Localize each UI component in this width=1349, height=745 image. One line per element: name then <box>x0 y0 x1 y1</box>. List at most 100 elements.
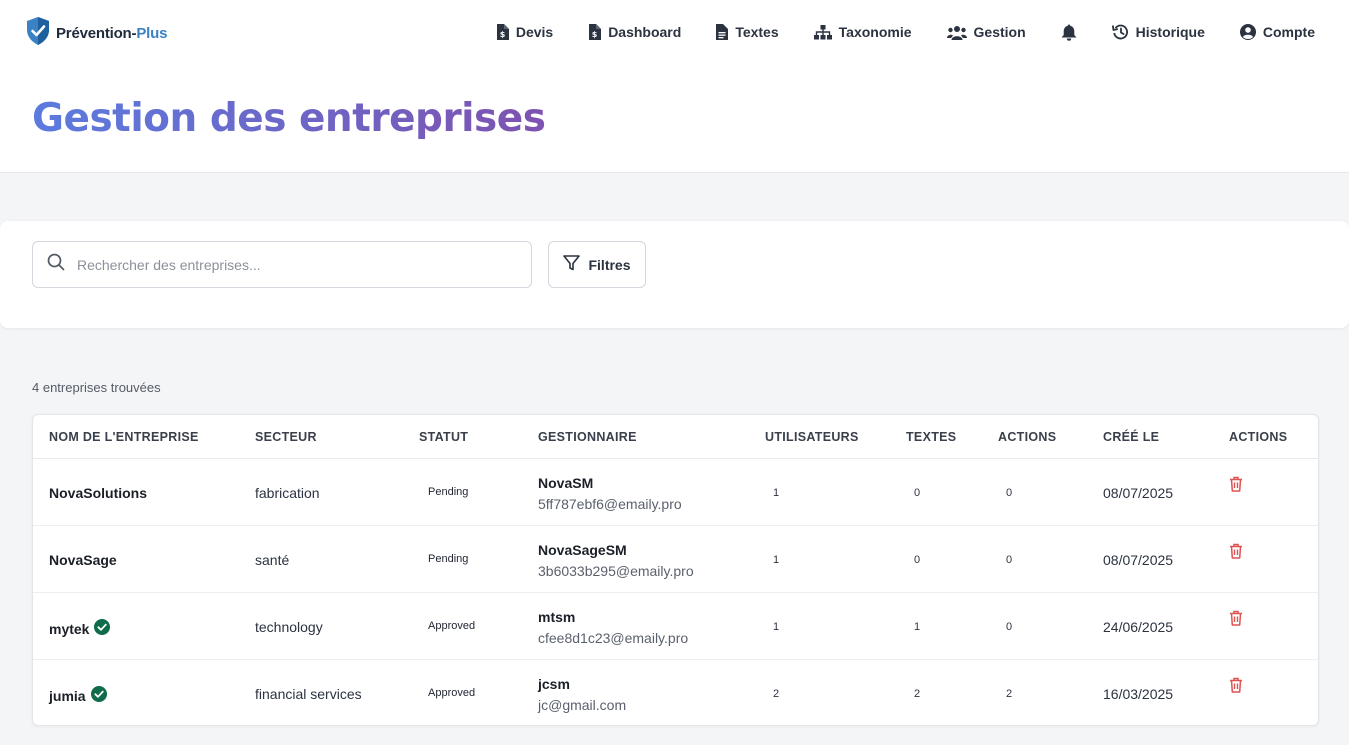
texts-count: 0 <box>914 487 921 499</box>
company-sector: santé <box>255 552 290 568</box>
created-date: 16/03/2025 <box>1103 686 1174 702</box>
bell-icon <box>1061 24 1077 41</box>
nav-item-dashboard[interactable]: $ Dashboard <box>588 24 681 40</box>
nav-item-devis[interactable]: $ Devis <box>496 24 553 40</box>
nav-label: Gestion <box>973 24 1026 40</box>
manager-name: mtsm <box>538 609 576 625</box>
column-header-status[interactable]: Statut <box>419 430 468 444</box>
column-header-users[interactable]: Utilisateurs <box>765 430 859 444</box>
filters-label: Filtres <box>588 256 631 273</box>
table-row[interactable]: mytek technology Approved mtsm cfee8d1c2… <box>33 593 1318 660</box>
column-header-actions-count[interactable]: Actions <box>998 430 1056 444</box>
nav-label: Dashboard <box>608 24 682 40</box>
company-name: mytek <box>49 619 111 638</box>
delete-button[interactable] <box>1229 543 1243 562</box>
history-icon <box>1111 24 1129 40</box>
status-badge: Approved <box>428 620 476 632</box>
users-icon <box>946 25 967 40</box>
column-header-name[interactable]: Nom de l'entreprise <box>49 430 199 444</box>
table-row[interactable]: NovaSolutions fabrication Pending NovaSM… <box>33 459 1318 526</box>
manager-name: NovaSageSM <box>538 542 627 558</box>
column-header-manager[interactable]: Gestionnaire <box>538 430 637 444</box>
company-name: NovaSolutions <box>49 485 148 501</box>
search-field[interactable] <box>32 241 532 288</box>
status-badge: Pending <box>428 553 469 565</box>
main-nav: $ Devis $ Dashboard Textes Taxonomie Ges… <box>461 0 1315 64</box>
page-header: Gestion des entreprises <box>0 64 1349 173</box>
company-sector: technology <box>255 619 323 635</box>
brand-name: Prévention-Plus <box>56 25 168 42</box>
users-count: 1 <box>773 621 780 633</box>
company-sector: financial services <box>255 686 362 702</box>
invoice-icon: $ <box>496 24 509 40</box>
delete-button[interactable] <box>1229 677 1243 696</box>
table-row[interactable]: NovaSage santé Pending NovaSageSM 3b6033… <box>33 526 1318 593</box>
nav-label: Historique <box>1135 24 1205 40</box>
company-name: jumia <box>49 686 107 705</box>
page-title: Gestion des entreprises <box>32 96 546 141</box>
nav-label: Compte <box>1262 24 1315 40</box>
created-date: 24/06/2025 <box>1103 619 1174 635</box>
table-row[interactable]: jumia financial services Approved jcsm j… <box>33 660 1318 725</box>
companies-table: Nom de l'entreprise Secteur Statut Gesti… <box>32 414 1319 726</box>
column-header-created[interactable]: Créé le <box>1103 430 1159 444</box>
svg-text:$: $ <box>592 30 598 39</box>
delete-button[interactable] <box>1229 610 1243 629</box>
column-header-actions: Actions <box>1229 430 1288 444</box>
top-navbar: Prévention-Plus $ Devis $ Dashboard Text… <box>0 0 1349 64</box>
verified-check-icon <box>90 686 107 705</box>
user-circle-icon <box>1239 24 1256 40</box>
status-badge: Pending <box>428 486 469 498</box>
sitemap-icon <box>813 24 832 40</box>
delete-button[interactable] <box>1229 476 1243 495</box>
trash-icon <box>1229 677 1243 696</box>
manager-email: cfee8d1c23@emaily.pro <box>538 630 689 646</box>
manager-email: jc@gmail.com <box>538 697 627 713</box>
manager-name: jcsm <box>538 676 570 692</box>
manager-email: 3b6033b295@emaily.pro <box>538 563 694 579</box>
nav-item-gestion[interactable]: Gestion <box>946 24 1026 40</box>
nav-label: Taxonomie <box>838 24 912 40</box>
company-name: NovaSage <box>49 552 117 568</box>
users-count: 2 <box>773 688 780 700</box>
column-header-sector[interactable]: Secteur <box>255 430 317 444</box>
notifications-button[interactable] <box>1061 24 1077 41</box>
nav-item-compte[interactable]: Compte <box>1239 24 1315 40</box>
filter-icon <box>563 255 581 274</box>
actions-count: 0 <box>1006 487 1013 499</box>
nav-item-textes[interactable]: Textes <box>716 24 779 40</box>
manager-name: NovaSM <box>538 475 594 491</box>
results-count: 4 entreprises trouvées <box>32 380 161 395</box>
nav-item-taxonomie[interactable]: Taxonomie <box>813 24 912 40</box>
texts-count: 0 <box>914 554 921 566</box>
filters-button[interactable]: Filtres <box>548 241 646 288</box>
created-date: 08/07/2025 <box>1103 552 1174 568</box>
nav-label: Devis <box>515 24 554 40</box>
svg-text:$: $ <box>500 30 506 39</box>
document-icon <box>716 24 729 40</box>
verified-check-icon <box>94 619 111 638</box>
nav-label: Textes <box>735 24 779 40</box>
brand-logo[interactable]: Prévention-Plus <box>26 16 167 51</box>
created-date: 08/07/2025 <box>1103 485 1174 501</box>
actions-count: 0 <box>1006 554 1013 566</box>
invoice-icon: $ <box>588 24 602 40</box>
status-badge: Approved <box>428 687 476 699</box>
search-icon <box>47 253 65 276</box>
column-header-texts[interactable]: Textes <box>906 430 956 444</box>
manager-email: 5ff787ebf6@emaily.pro <box>538 496 682 512</box>
trash-icon <box>1229 543 1243 562</box>
search-input[interactable] <box>77 256 477 273</box>
actions-count: 0 <box>1006 621 1013 633</box>
search-panel: Filtres <box>0 221 1349 328</box>
texts-count: 1 <box>914 621 921 633</box>
users-count: 1 <box>773 487 780 499</box>
shield-check-icon <box>26 16 50 51</box>
nav-item-historique[interactable]: Historique <box>1111 24 1205 40</box>
texts-count: 2 <box>914 688 921 700</box>
trash-icon <box>1229 610 1243 629</box>
users-count: 1 <box>773 554 780 566</box>
trash-icon <box>1229 476 1243 495</box>
actions-count: 2 <box>1006 688 1013 700</box>
company-sector: fabrication <box>255 485 320 501</box>
